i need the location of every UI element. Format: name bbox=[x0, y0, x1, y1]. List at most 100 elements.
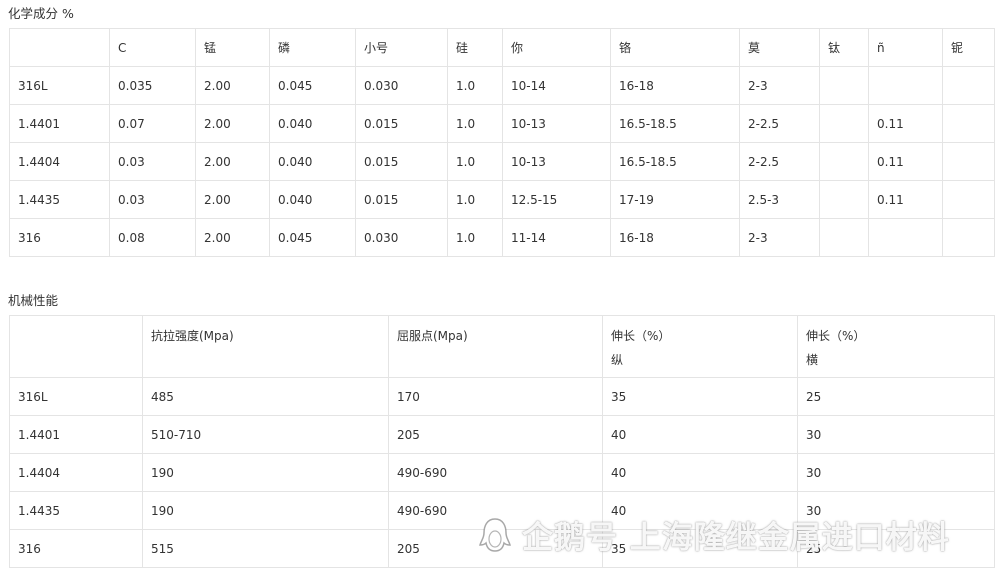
table-cell: 12.5-15 bbox=[502, 180, 611, 219]
table-cell bbox=[819, 142, 869, 181]
table-cell bbox=[868, 66, 943, 105]
table-cell: 35 bbox=[602, 377, 798, 416]
column-header: 你 bbox=[502, 28, 611, 67]
column-header: 铬 bbox=[610, 28, 740, 67]
row-label: 316L bbox=[9, 377, 143, 416]
table-row: 1.4404 0.03 2.00 0.040 0.015 1.0 10-13 16.5-18.… bbox=[9, 142, 995, 181]
table-cell: 40 bbox=[602, 415, 798, 454]
table-cell: 16-18 bbox=[610, 218, 740, 257]
table-cell: 170 bbox=[388, 377, 603, 416]
table-cell: 0.11 bbox=[868, 180, 943, 219]
table-cell: 2-3 bbox=[739, 218, 820, 257]
table-cell: 0.03 bbox=[109, 142, 196, 181]
table-cell: 0.015 bbox=[355, 180, 448, 219]
table-cell: 2.00 bbox=[195, 104, 270, 143]
table-cell: 30 bbox=[797, 415, 995, 454]
column-header: 硅 bbox=[447, 28, 503, 67]
chem-section-title: 化学成分 % bbox=[8, 6, 74, 21]
row-label: 1.4401 bbox=[9, 104, 110, 143]
column-header bbox=[9, 315, 143, 378]
table-cell bbox=[942, 66, 995, 105]
header-line: 抗拉强度(Mpa) bbox=[151, 329, 234, 343]
table-cell: 0.040 bbox=[269, 104, 356, 143]
table-cell: 0.035 bbox=[109, 66, 196, 105]
header-subline: 纵 bbox=[611, 353, 624, 367]
table-cell bbox=[942, 218, 995, 257]
table-row: 316L 0.035 2.00 0.045 0.030 1.0 10-14 16-18 2-3 bbox=[9, 66, 995, 105]
column-header: 磷 bbox=[269, 28, 356, 67]
table-cell: 40 bbox=[602, 491, 798, 530]
table-row: 1.4404 190 490-690 40 30 bbox=[9, 453, 995, 492]
table-cell: 490-690 bbox=[388, 491, 603, 530]
table-cell: 2-3 bbox=[739, 66, 820, 105]
column-header: 抗拉强度(Mpa) bbox=[142, 315, 389, 378]
row-label: 316 bbox=[9, 218, 110, 257]
page: 化学成分 % C 锰磷小号硅你铬莫钛 ñ 铌 316L 0.035 2.00 0.045 0.0… bbox=[0, 0, 1000, 570]
table-cell: 0.08 bbox=[109, 218, 196, 257]
table-cell: 205 bbox=[388, 415, 603, 454]
table-cell: 190 bbox=[142, 491, 389, 530]
column-header: ñ bbox=[868, 28, 943, 67]
row-label: 316 bbox=[9, 529, 143, 568]
header-line: 屈服点(Mpa) bbox=[397, 329, 468, 343]
column-header bbox=[9, 28, 110, 67]
table-cell: 2.00 bbox=[195, 142, 270, 181]
table-row: 316 0.08 2.00 0.045 0.030 1.0 11-14 16-18 2-3 bbox=[9, 218, 995, 257]
table-cell bbox=[942, 180, 995, 219]
row-label: 1.4404 bbox=[9, 453, 143, 492]
table-header-row: C 锰磷小号硅你铬莫钛 ñ 铌 bbox=[9, 28, 995, 67]
table-cell bbox=[819, 180, 869, 219]
chem-table-body: C 锰磷小号硅你铬莫钛 ñ 铌 316L 0.035 2.00 0.045 0.030 1.0 10… bbox=[9, 28, 995, 257]
table-cell: 1.0 bbox=[447, 180, 503, 219]
table-cell: 2.00 bbox=[195, 180, 270, 219]
table-cell: 35 bbox=[602, 529, 798, 568]
table-cell: 2-2.5 bbox=[739, 142, 820, 181]
table-cell bbox=[942, 142, 995, 181]
table-cell: 10-13 bbox=[502, 142, 611, 181]
table-cell: 510-710 bbox=[142, 415, 389, 454]
mech-section-title: 机械性能 bbox=[8, 293, 59, 308]
column-header: 莫 bbox=[739, 28, 820, 67]
row-label: 1.4401 bbox=[9, 415, 143, 454]
table-cell: 0.045 bbox=[269, 218, 356, 257]
table-cell bbox=[942, 104, 995, 143]
column-header: 伸长（%） 横 bbox=[797, 315, 995, 378]
column-header: 屈服点(Mpa) bbox=[388, 315, 603, 378]
table-cell: 0.040 bbox=[269, 180, 356, 219]
table-cell: 1.0 bbox=[447, 104, 503, 143]
mech-table-body: 抗拉强度(Mpa) 屈服点(Mpa) 伸长（%）纵伸长（%）横 316L 485 170 3… bbox=[9, 315, 995, 568]
table-row: 1.4401 0.07 2.00 0.040 0.015 1.0 10-13 16.5-18.… bbox=[9, 104, 995, 143]
table-cell bbox=[819, 66, 869, 105]
table-cell bbox=[868, 218, 943, 257]
row-label: 316L bbox=[9, 66, 110, 105]
column-header: 伸长（%） 纵 bbox=[602, 315, 798, 378]
table-cell: 16-18 bbox=[610, 66, 740, 105]
table-cell: 0.015 bbox=[355, 142, 448, 181]
table-cell: 0.030 bbox=[355, 66, 448, 105]
table-cell: 485 bbox=[142, 377, 389, 416]
table-cell: 30 bbox=[797, 491, 995, 530]
table-cell: 0.07 bbox=[109, 104, 196, 143]
table-row: 1.4435 0.03 2.00 0.040 0.015 1.0 12.5-15 17-19 2… bbox=[9, 180, 995, 219]
table-cell: 0.11 bbox=[868, 104, 943, 143]
table-cell: 0.11 bbox=[868, 142, 943, 181]
column-header: 铌 bbox=[942, 28, 995, 67]
table-cell: 16.5-18.5 bbox=[610, 142, 740, 181]
table-cell: 2.00 bbox=[195, 66, 270, 105]
table-row: 316 515 205 35 25 bbox=[9, 529, 995, 568]
table-cell: 10-14 bbox=[502, 66, 611, 105]
chem-composition-table: C 锰磷小号硅你铬莫钛 ñ 铌 316L 0.035 2.00 0.045 0.030 1.0 10… bbox=[9, 28, 995, 257]
table-cell: 0.040 bbox=[269, 142, 356, 181]
table-cell: 2.00 bbox=[195, 218, 270, 257]
table-cell: 1.0 bbox=[447, 66, 503, 105]
table-cell: 205 bbox=[388, 529, 603, 568]
table-header-row: 抗拉强度(Mpa) 屈服点(Mpa) 伸长（%） 纵 伸长（%） 横 bbox=[9, 315, 995, 378]
table-cell bbox=[819, 104, 869, 143]
table-cell: 515 bbox=[142, 529, 389, 568]
table-cell: 10-13 bbox=[502, 104, 611, 143]
table-cell: 16.5-18.5 bbox=[610, 104, 740, 143]
table-cell: 17-19 bbox=[610, 180, 740, 219]
row-label: 1.4404 bbox=[9, 142, 110, 181]
row-label: 1.4435 bbox=[9, 180, 110, 219]
table-cell: 25 bbox=[797, 529, 995, 568]
